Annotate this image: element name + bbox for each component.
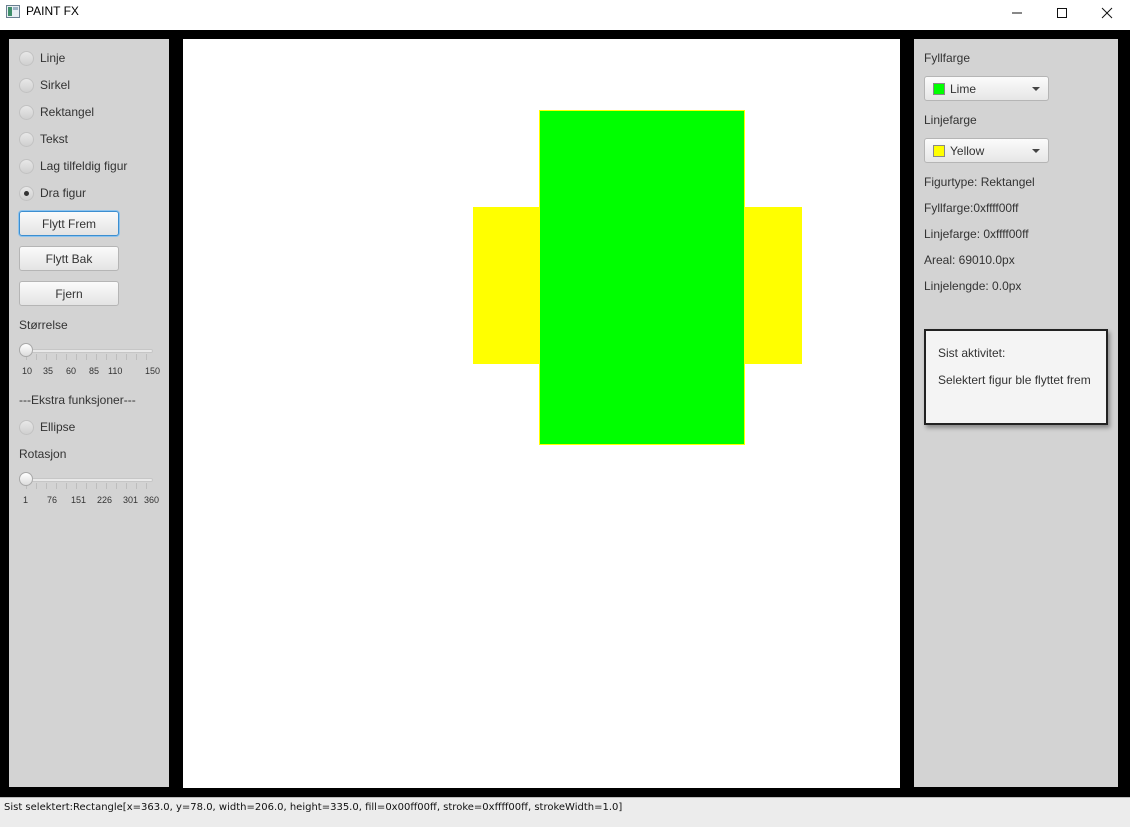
fill-info: Fyllfarge:0xffff00ff xyxy=(924,201,1019,215)
status-bar: Sist selektert:Rectangle[x=363.0, y=78.0… xyxy=(0,797,1130,827)
radio-label: Rektangel xyxy=(40,105,95,119)
radio-label: Lag tilfeldig figur xyxy=(40,159,128,173)
radio-circle-icon xyxy=(19,104,34,120)
move-forward-button[interactable]: Flytt Frem xyxy=(19,211,119,236)
shape-type-info: Figurtype: Rektangel xyxy=(924,175,1035,189)
maximize-button[interactable] xyxy=(1039,0,1085,26)
rotation-tick: 76 xyxy=(47,495,58,505)
radio-linje[interactable]: Linje xyxy=(19,49,65,67)
radio-ellipse[interactable]: Ellipse xyxy=(19,418,75,436)
line-color-label: Linjefarge xyxy=(924,113,977,127)
rotation-tick: 301 xyxy=(123,495,139,505)
rotation-tick: 151 xyxy=(71,495,87,505)
window-title: PAINT FX xyxy=(26,4,79,18)
slider-ticks xyxy=(26,354,154,360)
minimize-icon xyxy=(1012,12,1022,14)
slider-track xyxy=(25,478,153,482)
status-text: Sist selektert:Rectangle[x=363.0, y=78.0… xyxy=(4,802,623,813)
size-tick: 35 xyxy=(43,366,54,376)
radio-rektangel[interactable]: Rektangel xyxy=(19,103,94,121)
app-icon xyxy=(6,5,20,18)
color-swatch-icon xyxy=(933,144,945,157)
last-activity-text: Selektert figur ble flyttet frem xyxy=(938,373,1091,387)
size-slider[interactable] xyxy=(19,343,154,373)
extra-functions-header: ---Ekstra funksjoner--- xyxy=(19,393,136,407)
radio-circle-icon xyxy=(19,131,34,147)
radio-selected-icon xyxy=(19,185,34,201)
radio-label: Sirkel xyxy=(40,78,71,92)
drawing-canvas[interactable] xyxy=(183,39,900,788)
size-label: Størrelse xyxy=(19,318,68,332)
size-tick: 10 xyxy=(22,366,33,376)
close-icon xyxy=(1101,7,1113,19)
line-color-value: Yellow xyxy=(950,143,985,158)
radio-sirkel[interactable]: Sirkel xyxy=(19,76,70,94)
slider-thumb[interactable] xyxy=(19,343,33,357)
rotation-label: Rotasjon xyxy=(19,447,67,461)
rotation-tick: 226 xyxy=(97,495,113,505)
fill-color-picker[interactable]: Lime xyxy=(924,76,1049,101)
radio-label: Dra figur xyxy=(40,186,87,200)
lime-rectangle[interactable] xyxy=(539,110,745,445)
maximize-icon xyxy=(1057,8,1067,18)
minimize-button[interactable] xyxy=(994,0,1040,26)
area-info: Areal: 69010.0px xyxy=(924,253,1015,267)
rotation-tick: 1 xyxy=(23,495,29,505)
color-swatch-icon xyxy=(933,82,945,95)
radio-circle-icon xyxy=(19,77,34,93)
slider-track xyxy=(25,349,153,353)
radio-tekst[interactable]: Tekst xyxy=(19,130,68,148)
last-activity-box: Sist aktivitet: Selektert figur ble flyt… xyxy=(924,329,1108,425)
line-info: Linjefarge: 0xffff00ff xyxy=(924,227,1029,241)
radio-circle-icon xyxy=(19,50,34,66)
line-color-picker[interactable]: Yellow xyxy=(924,138,1049,163)
radio-label: Linje xyxy=(40,51,66,65)
tool-panel xyxy=(9,39,169,787)
radio-circle-icon xyxy=(19,419,34,435)
chevron-down-icon xyxy=(1032,148,1040,153)
size-tick: 110 xyxy=(108,366,123,376)
slider-thumb[interactable] xyxy=(19,472,33,486)
size-tick: 85 xyxy=(89,366,100,376)
remove-button[interactable]: Fjern xyxy=(19,281,119,306)
last-activity-title: Sist aktivitet: xyxy=(938,346,1006,360)
slider-ticks xyxy=(26,483,154,489)
move-back-button[interactable]: Flytt Bak xyxy=(19,246,119,271)
line-length-info: Linjelengde: 0.0px xyxy=(924,279,1022,293)
size-tick: 150 xyxy=(145,366,161,376)
title-bar: PAINT FX xyxy=(0,0,1130,30)
rotation-tick: 360 xyxy=(144,495,160,505)
radio-label: Tekst xyxy=(40,132,69,146)
radio-lag-tilfeldig-figur[interactable]: Lag tilfeldig figur xyxy=(19,157,127,175)
close-button[interactable] xyxy=(1084,0,1130,26)
radio-dra-figur[interactable]: Dra figur xyxy=(19,184,86,202)
fill-color-label: Fyllfarge xyxy=(924,51,971,65)
fill-color-value: Lime xyxy=(950,81,977,96)
size-tick: 60 xyxy=(66,366,77,376)
radio-label: Ellipse xyxy=(40,420,76,434)
radio-circle-icon xyxy=(19,158,34,174)
chevron-down-icon xyxy=(1032,86,1040,91)
